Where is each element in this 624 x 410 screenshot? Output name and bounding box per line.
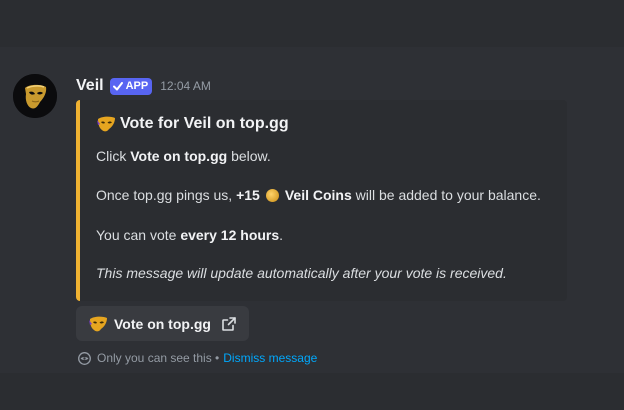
embed-title: Vote for Veil on top.gg — [96, 115, 289, 133]
embed-line-note: This message will update automatically a… — [96, 265, 507, 281]
author-name[interactable]: Veil — [76, 77, 104, 95]
ephemeral-text: Only you can see this • — [97, 351, 220, 365]
vote-embed: Vote for Veil on top.gg Click Vote on to… — [76, 100, 567, 301]
app-badge-label: APP — [125, 80, 149, 92]
dismiss-message-link[interactable]: Dismiss message — [223, 351, 317, 365]
embed-line-interval: You can vote every 12 hours. — [96, 227, 283, 243]
coin-icon — [265, 188, 279, 202]
line3-prefix: You can vote — [96, 227, 181, 243]
vote-link-button[interactable]: Vote on top.gg — [76, 306, 249, 341]
message-timestamp: 12:04 AM — [160, 79, 211, 93]
avatar[interactable] — [13, 74, 57, 118]
eye-icon — [77, 351, 92, 365]
line1-bold: Vote on top.gg — [130, 148, 228, 164]
checkmark-icon — [112, 81, 123, 91]
line3-bold: every 12 hours — [180, 227, 280, 243]
reward-amount: +15 — [236, 187, 260, 203]
line3-suffix: . — [279, 227, 284, 243]
channel-top-area — [0, 0, 624, 47]
vote-button-label: Vote on top.gg — [114, 315, 211, 332]
mask-emoji-icon — [96, 115, 116, 133]
line1-suffix: below. — [227, 148, 271, 164]
line2-suffix: will be added to your balance. — [351, 187, 541, 203]
external-link-icon — [221, 316, 237, 332]
reward-currency: Veil Coins — [284, 187, 352, 203]
ephemeral-notice: Only you can see this • Dismiss message — [77, 351, 317, 365]
line2-prefix: Once top.gg pings us, — [96, 187, 237, 203]
message-header: Veil APP 12:04 AM — [76, 76, 211, 96]
channel-bottom-area — [0, 373, 624, 410]
embed-title-text: Vote for Veil on top.gg — [120, 115, 289, 132]
app-badge: APP — [109, 77, 153, 95]
embed-line-click: Click Vote on top.gg below. — [96, 148, 271, 164]
line1-prefix: Click — [96, 148, 131, 164]
golden-mask-icon — [13, 74, 57, 118]
embed-line-reward: Once top.gg pings us, +15 Veil Coins will… — [96, 187, 541, 203]
mask-emoji-icon — [88, 315, 108, 333]
